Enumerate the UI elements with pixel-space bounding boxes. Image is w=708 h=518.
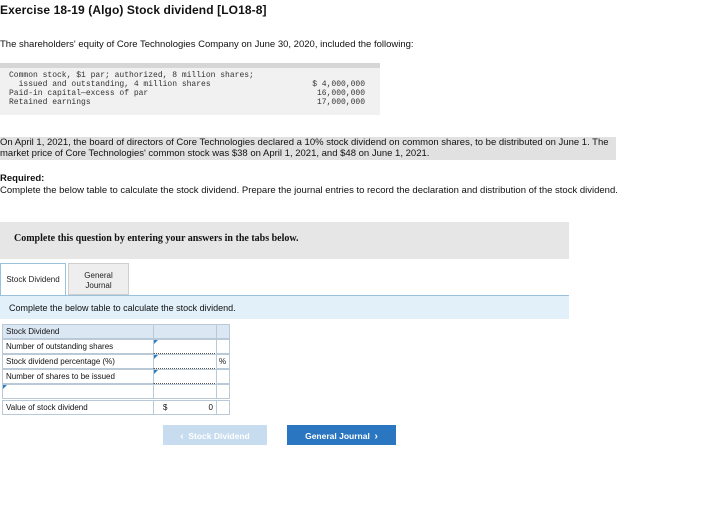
equity-table: Common stock, $1 par; authorized, 8 mill… xyxy=(0,63,380,115)
input-marker xyxy=(154,355,158,359)
panel-instruction: Complete the below table to calculate th… xyxy=(9,303,236,313)
equity-row: issued and outstanding, 4 million shares… xyxy=(0,80,380,89)
table-header: Stock Dividend xyxy=(2,324,154,339)
equity-value: $ 4,000,000 xyxy=(312,80,365,89)
currency-symbol: $ xyxy=(163,403,168,412)
instruction-text: Complete this question by entering your … xyxy=(14,233,299,244)
equity-label: Common stock, $1 par; authorized, 8 mill… xyxy=(9,71,254,80)
total-label: Value of stock dividend xyxy=(2,400,154,415)
equity-label: issued and outstanding, 4 million shares xyxy=(9,80,211,89)
row-label: Number of outstanding shares xyxy=(2,339,154,354)
intro-text: The shareholders' equity of Core Technol… xyxy=(0,39,414,50)
equity-value: 16,000,000 xyxy=(316,89,365,98)
equity-value: 17,000,000 xyxy=(316,98,365,107)
equity-row: Paid-in capital—excess of par 16,000,000 xyxy=(0,89,380,98)
total-value-cell: $ 0 xyxy=(153,400,217,415)
tab-general-journal[interactable]: General Journal xyxy=(68,263,129,295)
equity-label: Paid-in capital—excess of par xyxy=(9,89,149,98)
required-title: Required: xyxy=(0,173,45,184)
equity-row: Common stock, $1 par; authorized, 8 mill… xyxy=(0,71,380,80)
blank-label-input[interactable] xyxy=(2,384,154,399)
blank-value-cell xyxy=(153,384,217,399)
equity-row: Retained earnings 17,000,000 xyxy=(0,98,380,107)
percent-suffix: % xyxy=(216,354,230,369)
prev-button-label: Stock Dividend xyxy=(188,431,250,441)
equity-label: Retained earnings xyxy=(9,98,91,107)
input-marker xyxy=(154,370,158,374)
problem-paragraph: On April 1, 2021, the board of directors… xyxy=(0,137,616,160)
tab-panel-header: Complete the below table to calculate th… xyxy=(0,295,569,319)
input-marker xyxy=(3,385,7,389)
dividend-percentage-input[interactable] xyxy=(153,354,217,369)
row-suffix xyxy=(216,369,230,384)
page-title: Exercise 18-19 (Algo) Stock dividend [LO… xyxy=(0,3,267,17)
tab-label: General Journal xyxy=(84,271,113,290)
row-label: Number of shares to be issued xyxy=(2,369,154,384)
prev-tab-button[interactable]: ‹ Stock Dividend xyxy=(163,425,267,445)
table-header-value xyxy=(153,324,217,339)
total-suffix-cell xyxy=(216,400,230,415)
blank-suffix-cell xyxy=(216,384,230,399)
input-marker xyxy=(154,340,158,344)
table-header-suffix xyxy=(216,324,230,339)
tab-stock-dividend[interactable]: Stock Dividend xyxy=(0,263,66,295)
next-tab-button[interactable]: General Journal › xyxy=(287,425,396,445)
next-button-label: General Journal xyxy=(305,431,370,441)
shares-issued-input[interactable] xyxy=(153,369,217,384)
row-suffix xyxy=(216,339,230,354)
chevron-right-icon: › xyxy=(374,431,378,442)
instruction-bar: Complete this question by entering your … xyxy=(0,222,569,259)
total-value: 0 xyxy=(208,403,213,412)
chevron-left-icon: ‹ xyxy=(180,431,184,442)
required-text: Complete the below table to calculate th… xyxy=(0,185,618,196)
row-label: Stock dividend percentage (%) xyxy=(2,354,154,369)
outstanding-shares-input[interactable] xyxy=(153,339,217,354)
